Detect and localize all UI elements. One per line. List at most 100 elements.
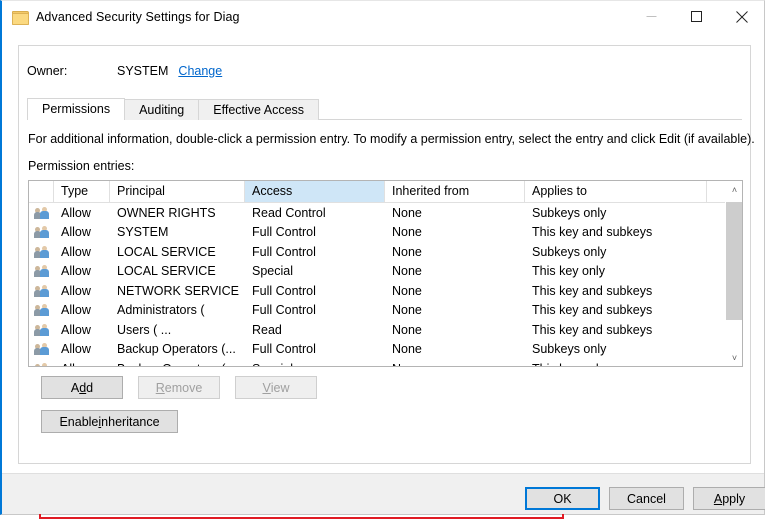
cell-applies: This key and subkeys — [532, 303, 653, 318]
group-icon — [29, 284, 54, 298]
tab-permissions[interactable]: Permissions — [27, 98, 126, 120]
cell-type: Allow — [61, 322, 91, 337]
content-panel: Owner: SYSTEM Change Permissions Auditin… — [18, 45, 755, 519]
column-header-icon — [29, 181, 54, 202]
cell-type: Allow — [61, 303, 91, 318]
group-icon — [29, 245, 54, 259]
table-row[interactable]: Allow Users ( ... Read None This key and sub… — [29, 320, 725, 340]
advanced-security-settings-window: Advanced Security Settings for Diag Owne… — [0, 0, 765, 519]
cell-access: Special — [245, 362, 385, 366]
folder-icon — [12, 9, 29, 25]
ok-button[interactable]: OK — [525, 487, 600, 510]
cell-inherited: None — [392, 225, 422, 240]
permission-entries-label: Permission entries: — [28, 159, 135, 173]
cell-principal: Backup Operators (... — [117, 342, 236, 357]
cell-type: Allow — [61, 205, 91, 220]
cell-inherited: None — [392, 244, 422, 259]
cell-type: Allow — [61, 342, 91, 357]
cell-applies: This key and subkeys — [532, 283, 653, 298]
table-row[interactable]: Allow LOCAL SERVICE Special None This key on… — [29, 262, 725, 282]
table-row[interactable]: AllowBackup Operators (SpecialNoneThis k… — [29, 359, 725, 366]
close-button[interactable] — [719, 1, 764, 32]
tab-effective-access[interactable]: Effective Access — [198, 99, 320, 120]
scrollbar-thumb[interactable] — [726, 202, 742, 320]
scroll-up-arrow-icon[interactable]: ˄ — [726, 181, 742, 198]
cell-type: Allow — [61, 283, 91, 298]
title-bar: Advanced Security Settings for Diag — [2, 1, 764, 32]
cell-access: Full Control — [252, 225, 316, 240]
group-icon — [29, 362, 54, 366]
owner-label: Owner: — [27, 64, 68, 78]
tab-auditing[interactable]: Auditing — [124, 99, 200, 120]
cell-applies: Subkeys only — [532, 244, 607, 259]
cell-inherited: None — [392, 303, 422, 318]
cell-applies: Subkeys only — [532, 342, 607, 357]
table-row[interactable]: Allow SYSTEM Full Control None This key and … — [29, 223, 725, 243]
apply-button[interactable]: Apply — [693, 487, 765, 510]
cell-applies: This key and subkeys — [532, 322, 653, 337]
cell-access: Full Control — [252, 283, 316, 298]
cell-inherited: None — [392, 205, 422, 220]
table-row[interactable]: Allow Backup Operators (... Full Control No… — [29, 340, 725, 360]
cell-principal: Users ( ... — [117, 322, 172, 337]
list-vertical-scrollbar[interactable]: ˄ ˅ — [725, 181, 742, 366]
cell-applies: This key and subkeys — [532, 225, 653, 240]
cell-applies: This key only — [532, 264, 605, 279]
cell-type: Allow — [61, 244, 91, 259]
group-icon — [29, 323, 54, 337]
window-title: Advanced Security Settings for Diag — [36, 9, 240, 24]
group-icon — [29, 342, 54, 356]
remove-button[interactable]: Remove — [138, 376, 220, 399]
caption-buttons — [629, 1, 764, 32]
change-owner-link-rest: hange — [187, 64, 223, 78]
cell-access: Full Control — [252, 244, 316, 259]
add-button[interactable]: Add — [41, 376, 123, 399]
cell-principal: LOCAL SERVICE — [117, 244, 216, 259]
permission-entries-list[interactable]: Type Principal Access Inherited from App… — [28, 180, 743, 367]
column-header-principal[interactable]: Principal — [110, 181, 245, 202]
cell-access: Read — [252, 322, 282, 337]
cell-principal: Backup Operators ( — [110, 362, 245, 366]
minimize-button[interactable] — [629, 1, 674, 32]
cell-principal: OWNER RIGHTS — [117, 205, 216, 220]
group-icon — [29, 264, 54, 278]
change-owner-link[interactable]: Change — [178, 64, 222, 78]
permission-rows: Allow OWNER RIGHTS Read Control None Subkeys… — [29, 203, 725, 366]
group-icon — [29, 303, 54, 317]
maximize-button[interactable] — [674, 1, 719, 32]
table-row[interactable]: Allow LOCAL SERVICE Full Control None Subkey… — [29, 242, 725, 262]
owner-value: SYSTEM — [117, 64, 169, 78]
cell-applies: Subkeys only — [532, 205, 607, 220]
list-header: Type Principal Access Inherited from App… — [29, 181, 742, 203]
cell-access: Special — [252, 264, 293, 279]
table-row[interactable]: Allow OWNER RIGHTS Read Control None Subkeys… — [29, 203, 725, 223]
view-button[interactable]: View — [235, 376, 317, 399]
cell-inherited: None — [385, 362, 525, 366]
column-header-access[interactable]: Access — [245, 181, 385, 202]
table-row[interactable]: Allow Administrators ( Full Control None Thi… — [29, 301, 725, 321]
column-header-inherited-from[interactable]: Inherited from — [385, 181, 525, 202]
cell-access: Full Control — [252, 303, 316, 318]
group-icon — [29, 206, 54, 220]
owner-row: Owner: SYSTEM Change — [27, 64, 222, 78]
cell-principal: Administrators ( — [117, 303, 205, 318]
column-header-type[interactable]: Type — [54, 181, 110, 202]
info-text: For additional information, double-click… — [28, 132, 755, 146]
scroll-down-arrow-icon[interactable]: ˅ — [726, 349, 742, 366]
cell-access: Read Control — [252, 205, 326, 220]
cell-inherited: None — [392, 342, 422, 357]
cell-principal: SYSTEM — [117, 225, 169, 240]
cell-applies: This key only — [525, 362, 707, 366]
cell-principal: LOCAL SERVICE — [117, 264, 216, 279]
scrollbar-track[interactable] — [726, 198, 742, 349]
cell-type: Allow — [61, 225, 91, 240]
tab-strip: Permissions Auditing Effective Access — [27, 98, 742, 120]
cell-inherited: None — [392, 283, 422, 298]
table-row[interactable]: Allow NETWORK SERVICE Full Control None This… — [29, 281, 725, 301]
column-header-applies-to[interactable]: Applies to — [525, 181, 707, 202]
cell-inherited: None — [392, 264, 422, 279]
cancel-button[interactable]: Cancel — [609, 487, 684, 510]
enable-inheritance-button[interactable]: Enable i nheritance — [41, 410, 178, 433]
cell-principal: NETWORK SERVICE — [117, 283, 240, 298]
cell-type: Allow — [54, 362, 110, 366]
